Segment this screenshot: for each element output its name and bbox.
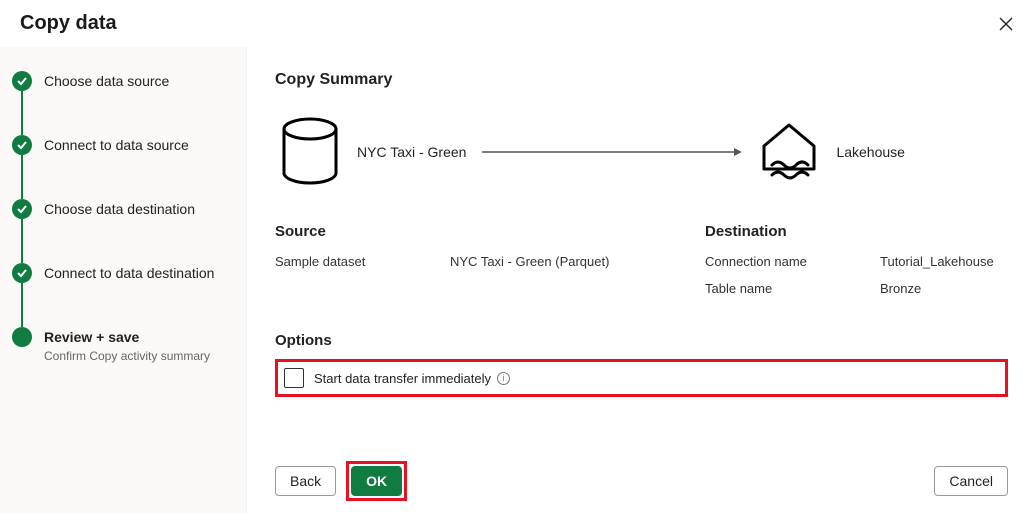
cancel-button[interactable]: Cancel — [934, 466, 1008, 496]
destination-name: Lakehouse — [836, 144, 905, 160]
connection-name-value: Tutorial_Lakehouse — [880, 254, 994, 269]
connection-name-label: Connection name — [705, 254, 880, 269]
info-icon[interactable]: i — [497, 372, 510, 385]
step-label: Review + save — [32, 327, 210, 347]
dialog-footer: Back OK Cancel — [275, 443, 1008, 501]
check-circle-icon — [12, 71, 32, 91]
step-label: Connect to data destination — [32, 263, 214, 283]
step-label: Connect to data source — [32, 135, 189, 155]
source-section: Source Sample dataset NYC Taxi - Green (… — [275, 223, 665, 308]
arrow-icon — [482, 146, 742, 158]
ok-button[interactable]: OK — [351, 466, 402, 496]
lakehouse-icon — [758, 121, 820, 183]
dialog-title: Copy data — [20, 12, 117, 35]
start-immediately-checkbox[interactable] — [284, 368, 304, 388]
step-review-save[interactable]: Review + save Confirm Copy activity summ… — [12, 327, 246, 363]
step-sublabel: Confirm Copy activity summary — [32, 349, 210, 363]
main-panel: Copy Summary NYC Taxi - Green — [247, 47, 1036, 513]
destination-section: Destination Connection name Tutorial_Lak… — [705, 223, 1036, 308]
source-name: NYC Taxi - Green — [357, 144, 466, 160]
table-name-value: Bronze — [880, 281, 921, 296]
close-button[interactable] — [996, 14, 1016, 34]
source-heading: Source — [275, 223, 665, 240]
step-choose-data-destination[interactable]: Choose data destination — [12, 199, 246, 263]
dialog-header: Copy data — [0, 0, 1036, 47]
back-button[interactable]: Back — [275, 466, 336, 496]
options-heading: Options — [275, 332, 1008, 349]
step-connect-data-destination[interactable]: Connect to data destination — [12, 263, 246, 327]
step-label: Choose data destination — [32, 199, 195, 219]
source-dataset-label: Sample dataset — [275, 254, 450, 269]
destination-heading: Destination — [705, 223, 1036, 240]
copy-diagram: NYC Taxi - Green Lakehouse — [275, 117, 1008, 187]
check-circle-icon — [12, 199, 32, 219]
check-circle-icon — [12, 135, 32, 155]
source-dataset-value: NYC Taxi - Green (Parquet) — [450, 254, 609, 269]
summary-title: Copy Summary — [275, 71, 1008, 89]
database-icon — [279, 117, 341, 187]
table-name-label: Table name — [705, 281, 880, 296]
current-step-icon — [12, 327, 32, 347]
option-start-immediately: Start data transfer immediately i — [275, 359, 1008, 397]
wizard-sidebar: Choose data source Connect to data sourc… — [0, 47, 247, 513]
step-choose-data-source[interactable]: Choose data source — [12, 71, 246, 135]
check-circle-icon — [12, 263, 32, 283]
step-label: Choose data source — [32, 71, 169, 91]
step-connect-data-source[interactable]: Connect to data source — [12, 135, 246, 199]
start-immediately-label: Start data transfer immediately — [314, 371, 491, 386]
close-icon — [998, 16, 1014, 32]
